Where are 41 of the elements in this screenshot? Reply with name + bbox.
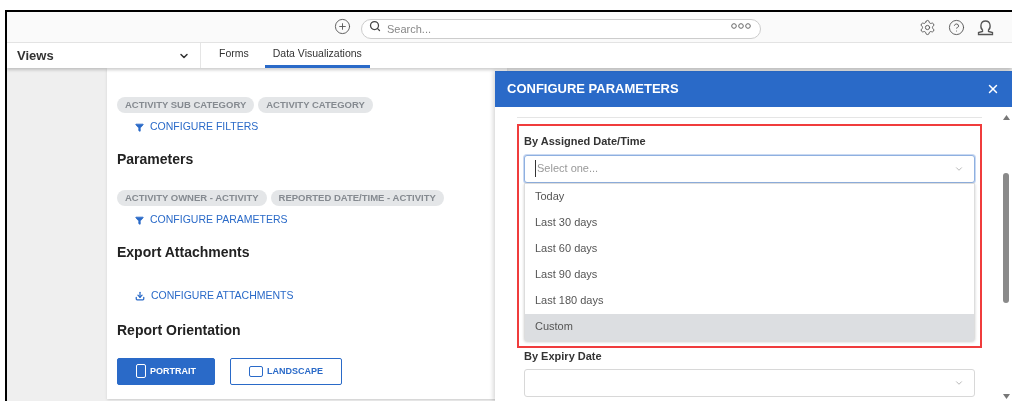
tag: REPORTED DATE/TIME - ACTIVITY [270,190,444,207]
portrait-icon [136,364,146,379]
search-icon [369,20,381,32]
configure-attachments-link[interactable]: CONFIGURE ATTACHMENTS [135,288,294,304]
placeholder-text: Select one... [535,160,954,177]
configure-filters-link[interactable]: CONFIGURE FILTERS [135,119,259,135]
tag: ACTIVITY CATEGORY [258,97,373,114]
orientation-button[interactable]: LANDSCAPE [230,357,342,385]
dropdown-option[interactable]: Today [525,183,974,210]
settings-icon[interactable] [919,18,936,36]
filter-icon [135,122,144,132]
nav-tab[interactable]: Forms [211,43,257,68]
landscape-icon [249,365,263,377]
configure-parameters-link[interactable]: CONFIGURE PARAMETERS [135,212,288,228]
filter-icon [135,215,144,225]
tag: ACTIVITY OWNER - ACTIVITY [117,190,267,207]
orientation-button[interactable]: PORTRAIT [117,357,215,385]
dropdown-option[interactable]: Custom [525,313,974,340]
scroll-thumb[interactable] [1003,173,1009,303]
help-icon[interactable] [948,18,965,36]
section-heading: Report Orientation [117,320,242,340]
tag: ACTIVITY SUB CATEGORY [117,97,255,114]
dropdown-option[interactable]: Last 60 days [525,235,974,262]
dropdown-option[interactable]: Last 90 days [525,261,974,288]
user-icon[interactable] [977,18,994,36]
search-field[interactable]: Search... [361,19,761,39]
add-icon[interactable] [334,17,351,35]
section-heading: Parameters [117,150,195,169]
close-icon[interactable] [986,82,1000,96]
download-icon [135,290,145,301]
scroll-down-icon[interactable] [1002,394,1010,399]
field-label: By Assigned Date/Time [524,134,647,149]
scroll-up-icon[interactable] [1002,115,1010,120]
section-heading: Export Attachments [117,243,251,262]
more-icon[interactable] [731,23,751,29]
panel-title: CONFIGURE PARAMETERS [507,80,679,99]
field-label: By Expiry Date [524,348,603,364]
select-field[interactable] [524,369,975,397]
chevron-icon [954,378,964,388]
dropdown-option[interactable]: Last 180 days [525,287,974,314]
dropdown-option[interactable]: Last 30 days [525,209,974,236]
